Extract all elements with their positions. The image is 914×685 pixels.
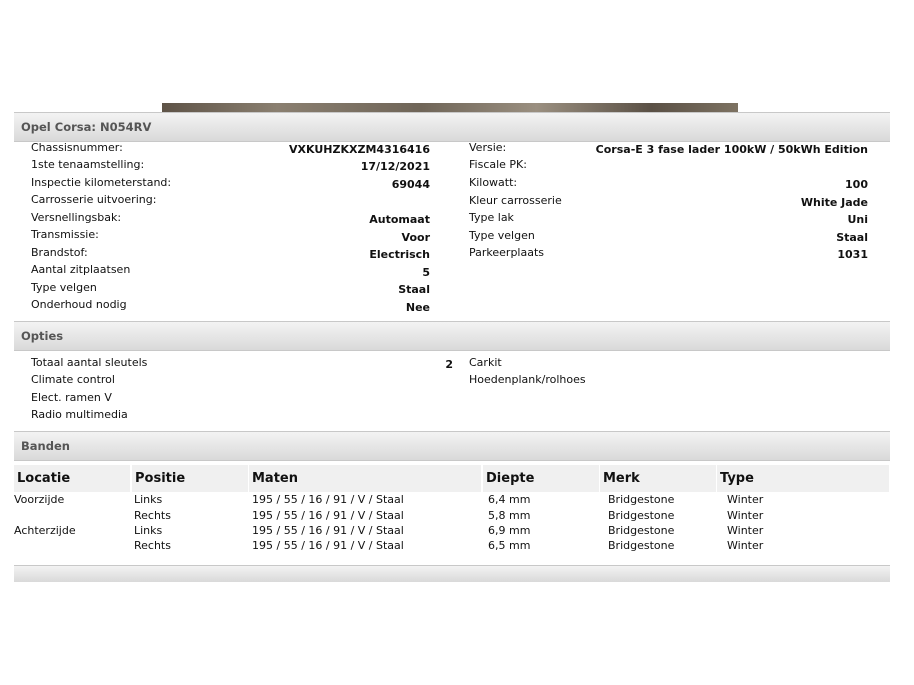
detail-label: Transmissie:: [31, 228, 99, 241]
detail-label: Kleur carrosserie: [469, 194, 562, 207]
option-value: 2: [445, 358, 453, 371]
detail-label: Kilowatt:: [469, 176, 518, 189]
detail-value: Staal: [836, 231, 868, 244]
cell-merk: Bridgestone: [608, 539, 675, 552]
option-label: Radio multimedia: [31, 408, 128, 421]
detail-value: White Jade: [800, 196, 868, 209]
cell-diepte: 5,8 mm: [488, 509, 531, 522]
option-label: Hoedenplank/rolhoes: [469, 373, 586, 386]
detail-label: Aantal zitplaatsen: [31, 263, 131, 276]
cell-diepte: 6,4 mm: [488, 493, 531, 506]
cell-maten: 195 / 55 / 16 / 91 / V / Staal: [252, 524, 404, 537]
cell-merk: Bridgestone: [608, 493, 675, 506]
cell-maten: 195 / 55 / 16 / 91 / V / Staal: [252, 493, 404, 506]
tires-table-header: Locatie Positie Maten Diepte Merk Type: [14, 465, 889, 492]
detail-label: Versie:: [469, 141, 507, 154]
cell-diepte: 6,5 mm: [488, 539, 531, 552]
cell-type: Winter: [727, 539, 764, 552]
detail-value: Staal: [398, 283, 430, 296]
detail-label: Brandstof:: [31, 246, 88, 259]
cell-positie: Links: [134, 524, 163, 537]
tires-section-header: Banden: [14, 431, 890, 461]
detail-value: 69044: [391, 178, 430, 191]
detail-value: VXKUHZKXZM4316416: [289, 143, 430, 156]
options-section-header: Opties: [14, 321, 890, 351]
column-header-diepte: Diepte: [483, 465, 599, 492]
cell-maten: 195 / 55 / 16 / 91 / V / Staal: [252, 539, 404, 552]
cell-type: Winter: [727, 509, 764, 522]
detail-value: Electrisch: [369, 248, 430, 261]
cell-merk: Bridgestone: [608, 509, 675, 522]
detail-label: Versnellingsbak:: [31, 211, 122, 224]
cell-locatie: Achterzijde: [14, 524, 76, 537]
detail-label: Type velgen: [31, 281, 97, 294]
detail-value: Automaat: [369, 213, 430, 226]
detail-value: 17/12/2021: [360, 160, 430, 173]
column-header-locatie: Locatie: [14, 465, 130, 492]
column-header-positie: Positie: [132, 465, 248, 492]
detail-label: Type velgen: [469, 229, 535, 242]
vehicle-photo: [162, 103, 738, 112]
detail-value: Nee: [405, 301, 430, 314]
cell-type: Winter: [727, 524, 764, 537]
option-label: Climate control: [31, 373, 115, 386]
options-section-title: Opties: [21, 329, 64, 343]
detail-label: 1ste tenaamstelling:: [31, 158, 145, 171]
option-label: Elect. ramen V: [31, 391, 112, 404]
column-header-type: Type: [717, 465, 889, 492]
cell-locatie: Voorzijde: [14, 493, 65, 506]
cell-positie: Rechts: [134, 539, 171, 552]
detail-label: Carrosserie uitvoering:: [31, 193, 157, 206]
option-label: Totaal aantal sleutels: [31, 356, 148, 369]
column-header-maten: Maten: [249, 465, 481, 492]
cell-positie: Rechts: [134, 509, 171, 522]
cell-maten: 195 / 55 / 16 / 91 / V / Staal: [252, 509, 404, 522]
next-section-header: [14, 565, 890, 582]
option-label: Carkit: [469, 356, 502, 369]
column-header-merk: Merk: [600, 465, 716, 492]
detail-label: Type lak: [469, 211, 514, 224]
cell-diepte: 6,9 mm: [488, 524, 531, 537]
detail-value: Uni: [847, 213, 868, 226]
detail-value: 1031: [837, 248, 868, 261]
tires-section-title: Banden: [21, 439, 70, 453]
cell-positie: Links: [134, 493, 163, 506]
detail-label: Onderhoud nodig: [31, 298, 127, 311]
detail-label: Chassisnummer:: [31, 141, 123, 154]
detail-value: Voor: [401, 231, 430, 244]
detail-label: Parkeerplaats: [469, 246, 545, 259]
detail-label: Inspectie kilometerstand:: [31, 176, 172, 189]
vehicle-section-title: Opel Corsa: N054RV: [21, 120, 152, 134]
detail-value: 100: [845, 178, 868, 191]
cell-merk: Bridgestone: [608, 524, 675, 537]
detail-value: 5: [422, 266, 430, 279]
detail-label: Fiscale PK:: [469, 158, 527, 171]
vehicle-section-header: Opel Corsa: N054RV: [14, 112, 890, 142]
cell-type: Winter: [727, 493, 764, 506]
detail-value: Corsa-E 3 fase lader 100kW / 50kWh Editi…: [595, 143, 868, 156]
